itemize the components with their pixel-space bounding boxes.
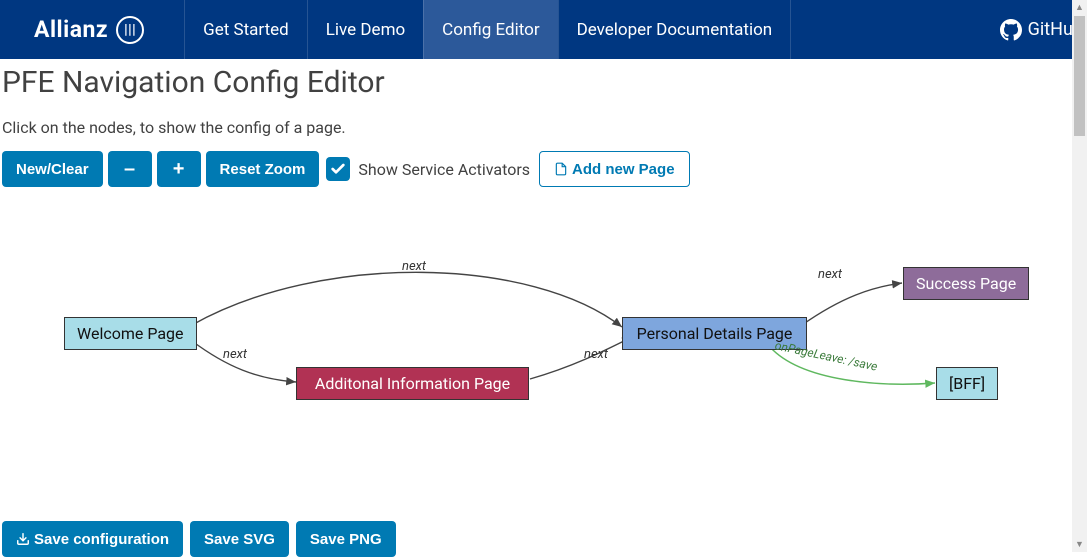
logo-icon: |||: [116, 16, 144, 44]
edge-label-welcome-personal: next: [402, 259, 426, 274]
reset-zoom-button[interactable]: Reset Zoom: [206, 151, 320, 187]
add-new-page-button[interactable]: Add new Page: [539, 151, 690, 187]
nav-items: Get Started Live Demo Config Editor Deve…: [184, 0, 999, 59]
edge-label-personal-bff: onPageLeave: /save: [774, 338, 879, 373]
edge-label-personal-success: next: [818, 267, 842, 282]
node-additional-info-page[interactable]: Additonal Information Page: [296, 367, 529, 400]
check-icon: [330, 161, 346, 177]
toolbar: New/Clear – + Reset Zoom Show Service Ac…: [2, 151, 1087, 187]
scrollbar-down-arrow[interactable]: ▼: [1072, 537, 1087, 552]
show-activators-checkbox[interactable]: [326, 157, 350, 181]
add-new-page-label: Add new Page: [572, 161, 675, 178]
graph-canvas[interactable]: Welcome Page Additonal Information Page …: [2, 207, 1087, 507]
github-icon: [1000, 19, 1022, 41]
node-welcome-page[interactable]: Welcome Page: [64, 317, 197, 350]
nav-developer-docs[interactable]: Developer Documentation: [558, 0, 792, 59]
nav-live-demo[interactable]: Live Demo: [307, 0, 423, 59]
zoom-out-button[interactable]: –: [108, 151, 152, 187]
download-icon: [16, 532, 30, 546]
page-title: PFE Navigation Config Editor: [2, 65, 1087, 110]
nav-config-editor[interactable]: Config Editor: [423, 0, 557, 59]
logo[interactable]: Allianz |||: [34, 16, 144, 44]
nav-get-started[interactable]: Get Started: [184, 0, 307, 59]
edge-label-additional-personal: next: [584, 347, 608, 362]
save-configuration-label: Save configuration: [34, 531, 169, 548]
node-success-page[interactable]: Success Page: [903, 267, 1029, 300]
top-navbar: Allianz ||| Get Started Live Demo Config…: [0, 0, 1087, 59]
show-activators-label: Show Service Activators: [358, 160, 530, 179]
scrollbar-up-arrow[interactable]: ▲: [1072, 0, 1087, 15]
logo-text: Allianz: [34, 16, 108, 43]
edge-label-welcome-additional: next: [223, 347, 247, 362]
show-activators-checkbox-wrap: Show Service Activators: [326, 157, 530, 181]
file-icon: [554, 161, 568, 177]
zoom-in-button[interactable]: +: [157, 151, 201, 187]
node-bff[interactable]: [BFF]: [936, 367, 998, 400]
graph-edges: [2, 207, 1072, 507]
new-clear-button[interactable]: New/Clear: [2, 151, 103, 187]
scrollbar[interactable]: ▲ ▼: [1072, 0, 1087, 552]
scrollbar-thumb[interactable]: [1074, 16, 1085, 136]
page-subtitle: Click on the nodes, to show the config o…: [2, 118, 1087, 137]
